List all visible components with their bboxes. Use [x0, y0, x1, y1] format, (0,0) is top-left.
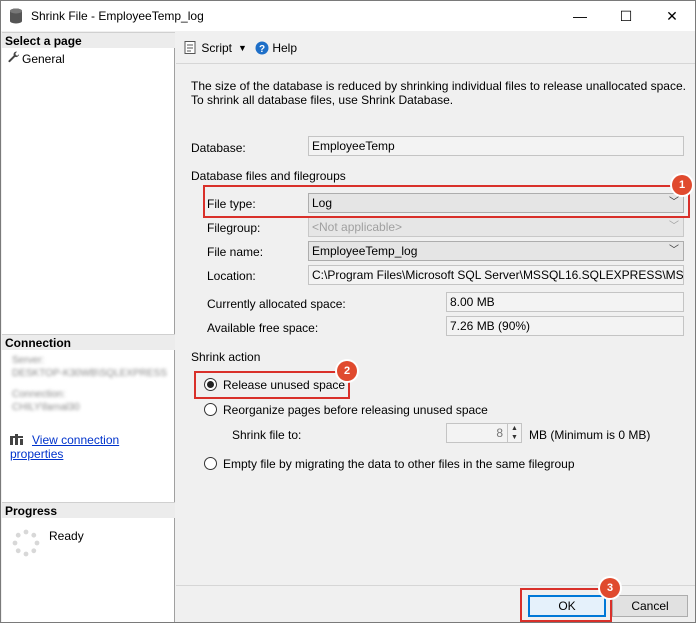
free-space-label: Available free space: — [207, 321, 319, 335]
progress-status: Ready — [49, 529, 84, 543]
allocated-label: Currently allocated space: — [207, 297, 346, 311]
allocated-field: 8.00 MB — [446, 292, 684, 312]
reorganize-radio[interactable]: Reorganize pages before releasing unused… — [204, 403, 488, 417]
description-text: The size of the database is reduced by s… — [191, 79, 686, 107]
script-label: Script — [201, 41, 233, 55]
footer: OK Cancel 3 — [176, 578, 695, 622]
filegroup-label: Filegroup: — [207, 221, 261, 235]
help-label: Help — [272, 41, 298, 55]
callout-badge-3: 3 — [600, 578, 620, 598]
empty-file-radio[interactable]: Empty file by migrating the data to othe… — [204, 457, 575, 471]
callout-badge-2: 2 — [337, 361, 357, 381]
filegroup-select: <Not applicable> ﹀ — [308, 217, 684, 237]
server-label: Server: — [12, 355, 45, 366]
svg-text:?: ? — [259, 44, 265, 55]
callout-badge-1: 1 — [672, 175, 692, 195]
cancel-button[interactable]: Cancel — [612, 595, 688, 617]
connection-header: Connection — [2, 334, 175, 350]
connection-icon — [10, 434, 23, 445]
left-pane: Select a page General Connection Server:… — [2, 32, 175, 622]
toolbar: Script ▼ ? Help — [176, 32, 695, 64]
server-value: DESKTOP-K30WB\SQLEXPRESS — [12, 368, 167, 379]
wrench-icon — [8, 51, 22, 66]
help-button[interactable]: ? Help — [255, 41, 297, 55]
connection-label: Connection: — [12, 389, 66, 400]
progress-header: Progress — [2, 502, 175, 518]
empty-file-label: Empty file by migrating the data to othe… — [223, 457, 575, 471]
window-title: Shrink File - EmployeeTemp_log — [31, 9, 204, 23]
chevron-down-icon: ﹀ — [669, 245, 679, 256]
maximize-icon[interactable]: ☐ — [603, 1, 649, 31]
help-icon: ? — [255, 41, 269, 55]
title-bar: Shrink File - EmployeeTemp_log — ☐ ✕ — [1, 1, 695, 31]
callout-ok — [520, 588, 612, 622]
shrink-file-dialog: Shrink File - EmployeeTemp_log — ☐ ✕ Sel… — [0, 0, 696, 623]
close-icon[interactable]: ✕ — [649, 1, 695, 31]
page-item-general[interactable]: General — [8, 51, 65, 66]
file-name-select[interactable]: EmployeeTemp_log ﹀ — [308, 241, 684, 261]
filegroup-value: <Not applicable> — [312, 220, 403, 234]
location-label: Location: — [207, 269, 256, 283]
main-content: The size of the database is reduced by s… — [176, 65, 695, 585]
chevron-down-icon: ﹀ — [669, 221, 679, 232]
stepper-arrows-icon[interactable]: ▲ ▼ — [507, 424, 521, 442]
radio-unchecked-icon — [204, 403, 217, 416]
callout-release-unused — [194, 371, 350, 399]
shrink-file-to-value: 8 — [496, 426, 503, 440]
script-button[interactable]: Script — [184, 41, 232, 55]
script-dropdown-icon[interactable]: ▼ — [238, 43, 247, 53]
shrink-unit-note: MB (Minimum is 0 MB) — [529, 428, 651, 442]
database-label: Database: — [191, 141, 246, 155]
database-field: EmployeeTemp — [308, 136, 684, 156]
connection-value: CHILY\farnal30 — [12, 402, 80, 413]
progress-spinner-icon — [12, 529, 40, 557]
files-group-label: Database files and filegroups — [191, 169, 346, 183]
callout-file-type — [203, 185, 690, 218]
script-icon — [184, 41, 196, 54]
location-field[interactable]: C:\Program Files\Microsoft SQL Server\MS… — [308, 265, 684, 285]
reorganize-label: Reorganize pages before releasing unused… — [223, 403, 488, 417]
file-name-label: File name: — [207, 245, 264, 259]
shrink-action-label: Shrink action — [191, 350, 261, 364]
minimize-icon[interactable]: — — [557, 1, 603, 31]
free-space-field: 7.26 MB (90%) — [446, 316, 684, 336]
file-name-value: EmployeeTemp_log — [312, 244, 418, 258]
page-item-label: General — [22, 52, 65, 66]
select-page-header: Select a page — [2, 32, 175, 48]
shrink-file-to-label: Shrink file to: — [232, 428, 302, 442]
view-connection-properties-link[interactable]: View connection properties — [10, 433, 119, 461]
shrink-file-to-stepper[interactable]: 8 ▲ ▼ — [446, 423, 522, 443]
radio-unchecked-icon — [204, 457, 217, 470]
view-connection-properties[interactable]: View connection properties — [10, 433, 174, 461]
database-icon — [10, 8, 22, 24]
